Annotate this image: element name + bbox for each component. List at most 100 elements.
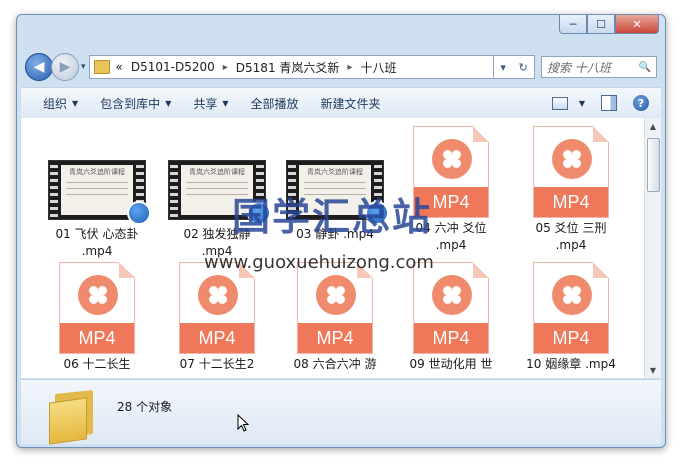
preview-pane-icon[interactable]: [601, 95, 617, 111]
film-strip-icon: [170, 161, 178, 219]
chevron-down-icon[interactable]: ▼: [579, 99, 585, 108]
film-reel-icon: [198, 275, 238, 315]
breadcrumb-separator[interactable]: ▸: [223, 62, 228, 73]
file-item[interactable]: MP4 06 十二长生: [47, 262, 147, 373]
breadcrumb-item[interactable]: D5181 青岚六爻新: [236, 59, 340, 76]
file-list: 青岚六爻追阶课程 01 飞伏 心态卦 .mp4 青岚六爻追阶课程 02 独发独静…: [21, 118, 661, 378]
scroll-down-icon[interactable]: ▼: [645, 362, 661, 378]
file-ext: .mp4: [435, 238, 467, 252]
share-label: 共享: [193, 96, 218, 111]
video-thumbnail: 青岚六爻追阶课程: [48, 160, 151, 225]
file-name: 10 姻缘章 .mp4: [526, 357, 616, 371]
thumbnail-page: 青岚六爻追阶课程: [181, 165, 253, 215]
search-placeholder: 搜索 十八班: [547, 60, 611, 75]
mp4-file-icon: MP4: [179, 262, 255, 354]
file-item[interactable]: MP4 04 六冲 爻位 .mp4: [401, 126, 501, 254]
player-badge-icon: [127, 201, 151, 225]
minimize-button[interactable]: ─: [559, 15, 587, 34]
address-dropdown-icon[interactable]: ▾: [500, 61, 506, 74]
folder-icon: [93, 60, 110, 74]
film-reel-icon: [432, 275, 472, 315]
play-all-button[interactable]: 全部播放: [251, 95, 299, 112]
video-thumbnail: 青岚六爻追阶课程: [286, 160, 389, 225]
address-bar[interactable]: « D5101-D5200 ▸ D5181 青岚六爻新 ▸ 十八班: [88, 55, 494, 79]
player-badge-icon: [365, 201, 389, 225]
file-ext: .mp4: [555, 238, 587, 252]
mp4-file-icon: MP4: [297, 262, 373, 354]
recent-pages-dropdown[interactable]: ▾: [81, 62, 86, 72]
chevron-down-icon: ▼: [165, 98, 172, 108]
file-item[interactable]: 青岚六爻追阶课程 03 静卦 .mp4: [285, 160, 389, 243]
file-item[interactable]: 青岚六爻追阶课程 01 飞伏 心态卦 .mp4: [47, 160, 151, 260]
thumbnail-caption: 青岚六爻追阶课程: [189, 168, 245, 176]
thumbnail-caption: 青岚六爻追阶课程: [307, 168, 363, 176]
file-name: 04 六冲 爻位: [415, 221, 487, 235]
search-input[interactable]: 搜索 十八班 🔍: [541, 56, 657, 78]
scroll-up-icon[interactable]: ▲: [645, 118, 661, 134]
command-bar: 组织 ▼ 包含到库中 ▼ 共享 ▼ 全部播放 新建文件夹 ▼ ?: [21, 87, 661, 119]
film-strip-icon: [50, 161, 58, 219]
scrollbar-thumb[interactable]: [647, 138, 660, 192]
film-reel-icon: [78, 275, 118, 315]
file-item[interactable]: MP4 08 六合六冲 游: [285, 262, 385, 373]
explorer-window: ─ ☐ ✕ ◀ ▶ ▾ « D5101-D5200 ▸ D5181 青岚六爻新 …: [16, 14, 666, 448]
mp4-label: MP4: [414, 323, 488, 353]
file-item[interactable]: MP4 07 十二长生2: [167, 262, 267, 373]
mouse-cursor-icon: [237, 414, 249, 432]
share-menu[interactable]: 共享 ▼: [193, 95, 228, 112]
mp4-label: MP4: [534, 187, 608, 217]
include-library-menu[interactable]: 包含到库中 ▼: [100, 95, 171, 112]
film-reel-icon: [552, 275, 592, 315]
breadcrumb-item[interactable]: D5101-D5200: [131, 60, 215, 74]
file-name: 08 六合六冲 游: [293, 357, 377, 371]
forward-button[interactable]: ▶: [51, 53, 79, 81]
file-name: 03 静卦 .mp4: [296, 227, 374, 241]
organize-menu[interactable]: 组织 ▼: [43, 95, 78, 112]
mp4-label: MP4: [298, 323, 372, 353]
file-name: 06 十二长生: [63, 357, 131, 371]
refresh-icon[interactable]: ↻: [518, 61, 527, 74]
mp4-label: MP4: [180, 323, 254, 353]
thumbnail-caption: 青岚六爻追阶课程: [69, 168, 125, 176]
mp4-file-icon: MP4: [59, 262, 135, 354]
file-name: 07 十二长生2: [179, 357, 255, 371]
back-button[interactable]: ◀: [25, 53, 53, 81]
mp4-label: MP4: [60, 323, 134, 353]
film-reel-icon: [432, 139, 472, 179]
breadcrumb-overflow[interactable]: «: [116, 60, 123, 74]
thumbnail-page: 青岚六爻追阶课程: [61, 165, 133, 215]
file-ext: .mp4: [81, 244, 113, 258]
toolbar-right: ▼ ?: [551, 95, 649, 111]
thumbnail-page: 青岚六爻追阶课程: [299, 165, 371, 215]
file-name: 05 爻位 三刑: [535, 221, 607, 235]
search-icon[interactable]: 🔍: [639, 62, 651, 73]
mp4-file-icon: MP4: [413, 262, 489, 354]
player-badge-icon: [247, 201, 271, 225]
include-library-label: 包含到库中: [100, 96, 161, 111]
file-name: 01 飞伏 心态卦: [55, 227, 139, 241]
file-item[interactable]: MP4 10 姻缘章 .mp4: [521, 262, 621, 373]
organize-label: 组织: [43, 96, 68, 111]
breadcrumb-separator[interactable]: ▸: [347, 62, 352, 73]
file-name: 02 独发独静: [183, 227, 251, 241]
breadcrumb-item[interactable]: 十八班: [360, 59, 396, 76]
mp4-file-icon: MP4: [413, 126, 489, 218]
video-thumbnail: 青岚六爻追阶课程: [168, 160, 271, 225]
mp4-file-icon: MP4: [533, 262, 609, 354]
view-icon[interactable]: [551, 96, 568, 110]
new-folder-button[interactable]: 新建文件夹: [321, 95, 381, 112]
vertical-scrollbar[interactable]: ▲ ▼: [644, 118, 661, 378]
film-reel-icon: [552, 139, 592, 179]
address-row: ◀ ▶ ▾ « D5101-D5200 ▸ D5181 青岚六爻新 ▸ 十八班 …: [25, 53, 657, 81]
file-item[interactable]: MP4 09 世动化用 世: [401, 262, 501, 373]
close-button[interactable]: ✕: [615, 15, 659, 34]
film-reel-icon: [316, 275, 356, 315]
mp4-label: MP4: [534, 323, 608, 353]
file-item[interactable]: 青岚六爻追阶课程 02 独发独静 .mp4: [167, 160, 271, 260]
help-icon[interactable]: ?: [633, 95, 649, 111]
chevron-down-icon: ▼: [72, 98, 79, 108]
maximize-button[interactable]: ☐: [587, 15, 615, 34]
chevron-down-icon: ▼: [222, 98, 229, 108]
file-name: 09 世动化用 世: [409, 357, 493, 371]
file-item[interactable]: MP4 05 爻位 三刑 .mp4: [521, 126, 621, 254]
